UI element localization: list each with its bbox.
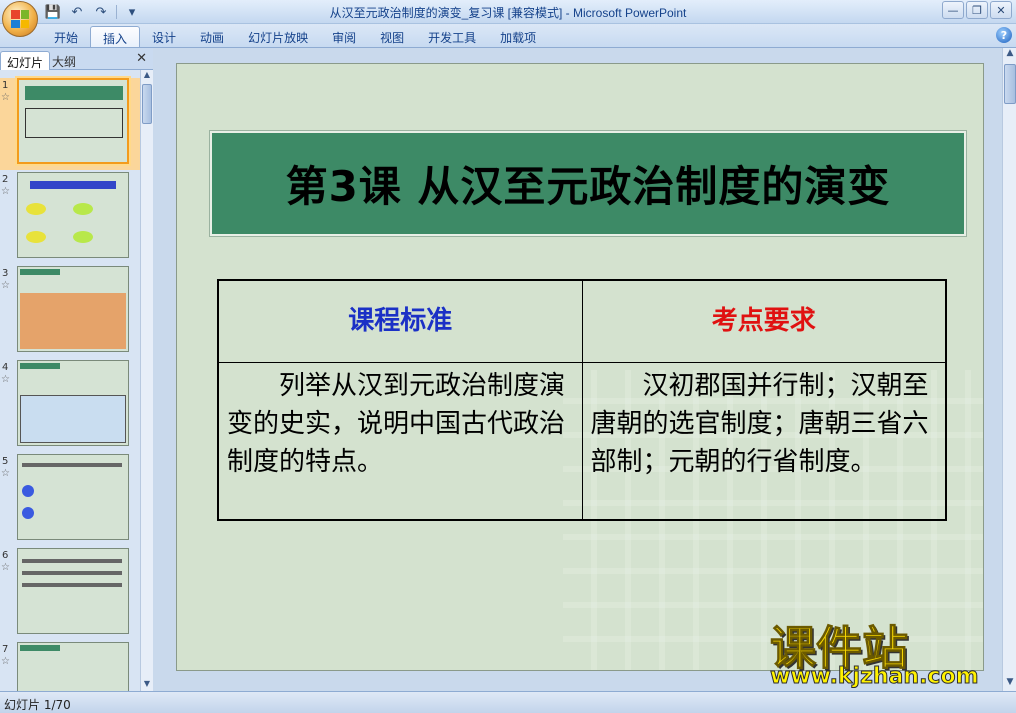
ribbon-tab[interactable]: 审阅 — [320, 26, 368, 47]
header-exam-requirement: 考点要求 — [581, 279, 947, 363]
slide-thumbnail[interactable]: 7 ☆ — [0, 642, 140, 691]
slide-thumbnail[interactable]: 5 ☆ — [0, 454, 140, 546]
window-title: 从汉至元政治制度的演变_复习课 [兼容模式] - Microsoft Power… — [329, 6, 687, 20]
slide-counter: 幻灯片 1/70 — [4, 698, 71, 712]
slide-thumbnails: 1 ☆ 2 ☆ 3 ☆ 4 ☆ 5 ☆ 6 ☆ 7 ☆ — [0, 70, 140, 691]
slide-thumbnail[interactable]: 3 ☆ — [0, 266, 140, 358]
ribbon-tab[interactable]: 设计 — [140, 26, 188, 47]
thumbnail-number: 7 — [2, 644, 9, 655]
thumbnail-preview — [17, 266, 129, 352]
slide-scrollbar[interactable]: ▲ ▼ — [1002, 48, 1016, 691]
slide-title-box[interactable]: 第3课 从汉至元政治制度的演变 — [210, 131, 966, 236]
scroll-up-icon[interactable]: ▲ — [141, 70, 153, 82]
animation-star-icon: ☆ — [1, 468, 10, 479]
animation-star-icon: ☆ — [1, 280, 10, 291]
office-button[interactable] — [2, 1, 38, 37]
close-button[interactable]: ✕ — [990, 1, 1012, 19]
thumbnails-scrollbar[interactable]: ▲ ▼ — [140, 70, 153, 691]
minimize-button[interactable]: — — [942, 1, 964, 19]
thumbnail-preview — [17, 78, 129, 164]
animation-star-icon: ☆ — [1, 92, 10, 103]
slide-thumbnail[interactable]: 6 ☆ — [0, 548, 140, 640]
thumbnail-number: 2 — [2, 174, 9, 185]
animation-star-icon: ☆ — [1, 374, 10, 385]
thumbnail-preview — [17, 642, 129, 691]
scrollbar-thumb[interactable] — [1004, 64, 1016, 104]
thumbnail-number: 5 — [2, 456, 9, 467]
scroll-down-icon[interactable]: ▼ — [1003, 677, 1016, 691]
restore-button[interactable]: ❐ — [966, 1, 988, 19]
ribbon-tab[interactable]: 开发工具 — [416, 26, 488, 47]
tab-slides[interactable]: 幻灯片 — [0, 51, 51, 70]
scrollbar-thumb[interactable] — [142, 84, 152, 124]
animation-star-icon: ☆ — [1, 656, 10, 667]
standards-table[interactable]: 课程标准 考点要求 列举从汉到元政治制度演变的史实，说明中国古代政治制度的特点。… — [217, 279, 947, 521]
ribbon-tab[interactable]: 视图 — [368, 26, 416, 47]
slides-panel: 幻灯片 大纲 ✕ 1 ☆ 2 ☆ 3 ☆ 4 ☆ 5 ☆ 6 ☆ 7 ☆ ▲ ▼ — [0, 48, 153, 691]
ribbon-tab[interactable]: 动画 — [188, 26, 236, 47]
status-bar: 幻灯片 1/70 — [0, 691, 1016, 713]
thumbnail-preview — [17, 172, 129, 258]
slide-thumbnail[interactable]: 4 ☆ — [0, 360, 140, 452]
thumbnail-preview — [17, 360, 129, 446]
help-icon[interactable]: ? — [996, 27, 1012, 43]
thumbnail-number: 4 — [2, 362, 9, 373]
animation-star-icon: ☆ — [1, 186, 10, 197]
ribbon-tab[interactable]: 幻灯片放映 — [236, 26, 320, 47]
cell-exam-requirement: 汉初郡国并行制；汉朝至唐朝的选官制度；唐朝三省六部制；元朝的行省制度。 — [581, 361, 947, 521]
cell-curriculum-standard: 列举从汉到元政治制度演变的史实，说明中国古代政治制度的特点。 — [217, 361, 583, 521]
thumbnail-number: 3 — [2, 268, 9, 279]
tab-outline[interactable]: 大纲 — [46, 51, 82, 70]
slide-thumbnail[interactable]: 2 ☆ — [0, 172, 140, 264]
slide-thumbnail[interactable]: 1 ☆ — [0, 78, 140, 170]
thumbnail-number: 1 — [2, 80, 9, 91]
slide-editor: 第3课 从汉至元政治制度的演变 课程标准 考点要求 列举从汉到元政治制度演变的史… — [154, 48, 1016, 691]
ribbon-tab[interactable]: 开始 — [42, 26, 90, 47]
ribbon-tab[interactable]: 插入 — [90, 26, 141, 47]
close-panel-icon[interactable]: ✕ — [136, 51, 147, 66]
thumbnail-preview — [17, 454, 129, 540]
slide-title: 第3课 从汉至元政治制度的演变 — [285, 162, 891, 211]
thumbnail-number: 6 — [2, 550, 9, 561]
scroll-up-icon[interactable]: ▲ — [1003, 48, 1016, 62]
thumbnail-preview — [17, 548, 129, 634]
ribbon-tabs: 开始 插入 设计 动画 幻灯片放映 审阅 视图 开发工具 加载项 ? — [0, 24, 1016, 48]
scroll-down-icon[interactable]: ▼ — [141, 679, 153, 691]
title-bar: 💾 ↶ ↷ ▾ 从汉至元政治制度的演变_复习课 [兼容模式] - Microso… — [0, 0, 1016, 37]
watermark-url: www.kjzhan.com — [770, 664, 980, 690]
ribbon-tab[interactable]: 加载项 — [488, 26, 548, 47]
header-curriculum-standard: 课程标准 — [217, 279, 583, 363]
office-logo-icon — [11, 10, 29, 28]
animation-star-icon: ☆ — [1, 562, 10, 573]
current-slide[interactable]: 第3课 从汉至元政治制度的演变 课程标准 考点要求 列举从汉到元政治制度演变的史… — [176, 63, 984, 671]
